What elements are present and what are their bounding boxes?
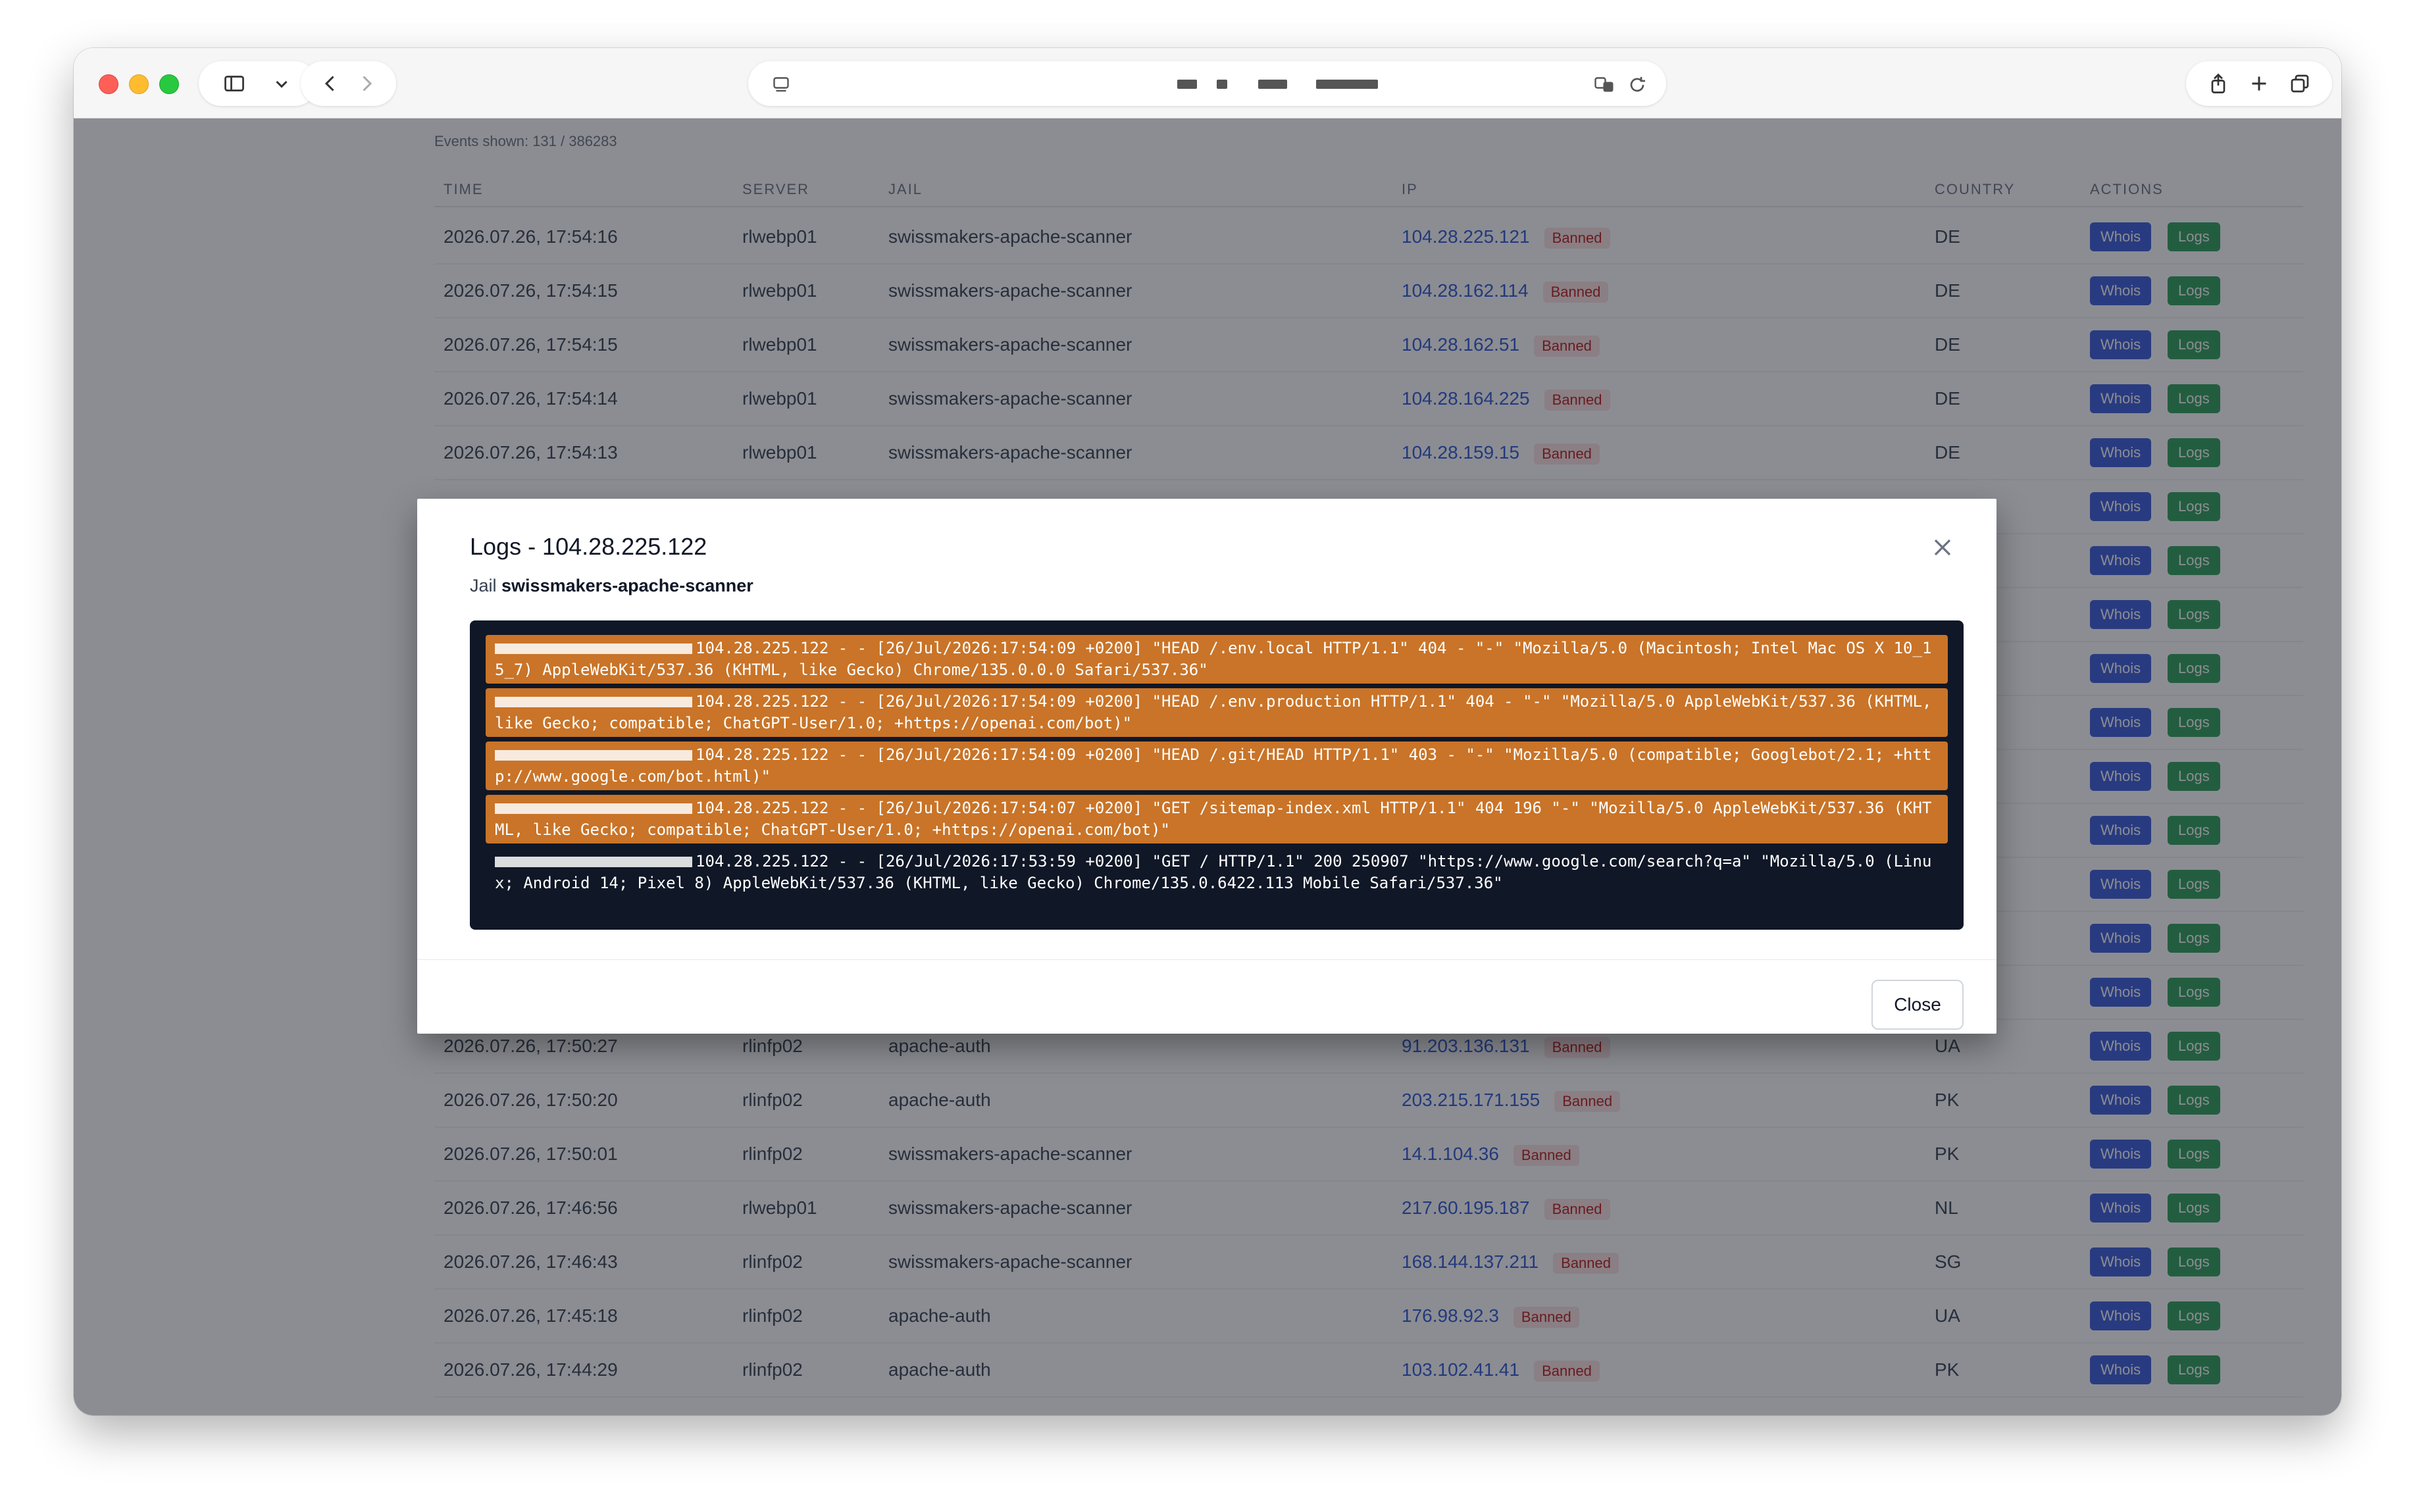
forward-arrow-icon[interactable] (352, 69, 381, 98)
sidebar-icon[interactable] (220, 69, 249, 98)
sidebar-toggle-group (199, 61, 317, 106)
log-line: 104.28.225.122 - - [26/Jul/2026:17:53:59… (486, 848, 1948, 897)
redacted-url-segment (1217, 80, 1227, 89)
log-line: 104.28.225.122 - - [26/Jul/2026:17:54:09… (486, 635, 1948, 684)
close-icon[interactable] (1928, 533, 1957, 562)
modal-footer: Close (417, 959, 1996, 1034)
modal-title: Logs - 104.28.225.122 (470, 533, 707, 560)
log-text: 104.28.225.122 - - [26/Jul/2026:17:53:59… (495, 852, 1932, 892)
translate-icon[interactable] (1590, 70, 1619, 99)
redacted-prefix (495, 643, 692, 654)
log-text: 104.28.225.122 - - [26/Jul/2026:17:54:09… (495, 745, 1932, 786)
modal-jail-info: Jail swissmakers-apache-scanner (470, 576, 753, 596)
redacted-url-segment (1177, 80, 1197, 89)
minimize-window-button[interactable] (129, 74, 149, 94)
log-output: 104.28.225.122 - - [26/Jul/2026:17:54:09… (470, 620, 1964, 930)
redacted-prefix (495, 803, 692, 814)
log-text: 104.28.225.122 - - [26/Jul/2026:17:54:09… (495, 639, 1932, 679)
reload-icon[interactable] (1623, 70, 1652, 99)
jail-prefix: Jail (470, 576, 497, 595)
log-text: 104.28.225.122 - - [26/Jul/2026:17:54:09… (495, 692, 1941, 732)
share-icon[interactable] (2204, 69, 2233, 98)
redacted-prefix (495, 857, 692, 867)
browser-window: Events shown: 131 / 386283 TIME SERVER J… (74, 48, 2341, 1415)
window-actions-group (2186, 61, 2332, 106)
redacted-prefix (495, 750, 692, 761)
log-line: 104.28.225.122 - - [26/Jul/2026:17:54:09… (486, 742, 1948, 790)
back-arrow-icon[interactable] (316, 69, 345, 98)
close-button[interactable]: Close (1871, 980, 1964, 1030)
reader-icon[interactable] (767, 70, 796, 99)
jail-name: swissmakers-apache-scanner (501, 576, 753, 595)
navigation-group (301, 61, 396, 106)
zoom-window-button[interactable] (159, 74, 179, 94)
log-line: 104.28.225.122 - - [26/Jul/2026:17:54:07… (486, 795, 1948, 844)
tabs-overview-icon[interactable] (2285, 69, 2314, 98)
redacted-url-segment (1258, 80, 1287, 89)
redacted-prefix (495, 697, 692, 707)
browser-toolbar (74, 48, 2341, 118)
log-line: 104.28.225.122 - - [26/Jul/2026:17:54:09… (486, 688, 1948, 737)
chevron-down-icon[interactable] (267, 69, 296, 98)
address-bar[interactable] (748, 61, 1666, 106)
plus-icon[interactable] (2245, 69, 2274, 98)
log-text: 104.28.225.122 - - [26/Jul/2026:17:54:07… (495, 799, 1932, 839)
close-window-button[interactable] (99, 74, 118, 94)
logs-modal: Logs - 104.28.225.122 Jail swissmakers-a… (417, 499, 1996, 1034)
redacted-url-segment (1316, 80, 1378, 89)
